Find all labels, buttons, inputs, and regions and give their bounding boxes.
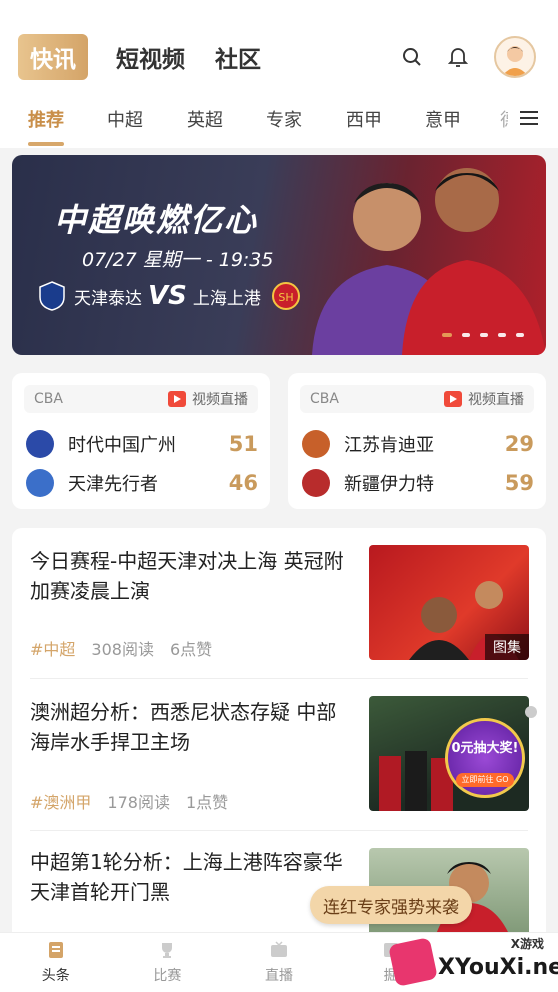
news-thumbnail: 图集	[369, 545, 529, 660]
ad-cta[interactable]: 立即前往 GO	[456, 773, 514, 787]
header-actions	[378, 36, 536, 78]
banner-away-team: 上海上港	[192, 288, 261, 309]
banner-title: 中超唤燃亿心	[54, 201, 259, 239]
team-score: 59	[504, 471, 534, 495]
gallery-badge: 图集	[485, 634, 529, 660]
tab-bundesliga[interactable]: 德	[500, 106, 508, 132]
watermark-logo-icon	[388, 937, 438, 987]
news-tag[interactable]: #澳洲甲	[30, 789, 91, 813]
tab-recommend[interactable]: 推荐	[28, 106, 64, 146]
banner-home-team: 天津泰达	[74, 288, 142, 309]
league-label: CBA	[310, 391, 339, 407]
team-logo-icon	[26, 430, 54, 458]
tianjin-crest-icon	[39, 281, 65, 311]
team-row: 时代中国广州 51	[26, 429, 258, 459]
score-card-1[interactable]: CBA 视频直播 时代中国广州 51 天津先行者 46	[12, 373, 270, 509]
expert-promo-tag[interactable]: 连红专家强势来袭	[310, 886, 472, 924]
team-score: 46	[228, 471, 258, 495]
svg-text:SH: SH	[278, 291, 293, 304]
ad-text: 0元抽大奖!	[451, 741, 519, 756]
pagination-dot[interactable]	[498, 333, 506, 337]
ad-lottery-badge[interactable]: 0元抽大奖! 立即前往 GO	[445, 718, 525, 798]
news-title: 今日赛程-中超天津对决上海 英冠附加赛凌晨上演	[30, 549, 344, 603]
league-label: CBA	[34, 391, 63, 407]
news-thumbnail: 0元抽大奖! 立即前往 GO	[369, 696, 529, 811]
banner-match: 天津泰达 VS 上海上港 SH	[38, 281, 301, 311]
score-card-2[interactable]: CBA 视频直播 江苏肯迪亚 29 新疆伊力特 59	[288, 373, 546, 509]
video-live-link[interactable]: 视频直播	[444, 389, 524, 409]
close-ad-icon[interactable]	[525, 706, 537, 718]
team-score: 51	[228, 432, 258, 456]
tab-csl[interactable]: 中超	[107, 106, 143, 132]
team-logo-icon	[302, 430, 330, 458]
watermark-main: XYouXi.net	[438, 955, 558, 980]
team-row: 江苏肯迪亚 29	[302, 429, 534, 459]
shanghai-crest-icon: SH	[271, 282, 300, 310]
nav-label: 头条	[41, 968, 70, 984]
nav-matches[interactable]: 比赛	[112, 933, 224, 992]
team-row: 新疆伊力特 59	[302, 468, 534, 498]
team-logo-icon	[26, 469, 54, 497]
team-logo-icon	[302, 469, 330, 497]
search-icon[interactable]	[400, 45, 424, 69]
headlines-icon	[48, 942, 63, 958]
team-name: 新疆伊力特	[344, 474, 434, 495]
tab-seriea[interactable]: 意甲	[425, 106, 461, 132]
score-card-header: CBA 视频直播	[24, 385, 258, 413]
watermark: X游戏 XYouXi.net	[388, 935, 558, 990]
live-label: 视频直播	[468, 392, 524, 408]
news-title: 澳洲超分析：西悉尼状态存疑 中部海岸水手捍卫主场	[30, 700, 337, 754]
news-item[interactable]: 今日赛程-中超天津对决上海 英冠附加赛凌晨上演 #中超 308阅读 6点赞 图集	[12, 528, 546, 678]
banner-date: 07/27 星期一 - 19:35	[82, 249, 274, 271]
tab-epl[interactable]: 英超	[187, 106, 223, 132]
team-row: 天津先行者 46	[26, 468, 258, 498]
promo-banner[interactable]: 中超唤燃亿心 07/27 星期一 - 19:35 天津泰达 VS 上海上港 SH	[12, 155, 546, 355]
banner-vs: VS	[148, 281, 187, 311]
team-name: 天津先行者	[68, 474, 158, 495]
pagination-dot[interactable]	[462, 333, 470, 337]
live-label: 视频直播	[192, 392, 248, 408]
news-likes: 6点赞	[169, 640, 213, 659]
category-tab-bar: 推荐 中超 英超 专家 西甲 意甲 德	[0, 95, 558, 146]
player-illustration	[312, 168, 546, 355]
tab-short-video[interactable]: 短视频	[116, 40, 185, 74]
news-reads: 178阅读	[107, 793, 170, 812]
avatar[interactable]	[494, 36, 536, 78]
news-tag[interactable]: #中超	[30, 636, 75, 660]
news-likes: 1点赞	[185, 793, 229, 812]
header: 快讯 短视频 社区 推荐 中超 英超 专家 西甲 意甲 德	[0, 0, 558, 148]
tab-kuaixun[interactable]: 快讯	[18, 34, 88, 80]
trophy-icon	[162, 943, 173, 958]
banner-pagination	[432, 333, 524, 337]
news-meta: #澳洲甲 178阅读 1点赞	[30, 789, 244, 813]
nav-headlines[interactable]: 头条	[0, 933, 112, 992]
news-reads: 308阅读	[91, 640, 154, 659]
menu-icon[interactable]	[520, 110, 538, 126]
score-card-header: CBA 视频直播	[300, 385, 534, 413]
news-feed: 今日赛程-中超天津对决上海 英冠附加赛凌晨上演 #中超 308阅读 6点赞 图集…	[12, 528, 546, 932]
pagination-dot[interactable]	[442, 333, 452, 337]
watermark-small: X游戏	[510, 937, 544, 951]
nav-label: 比赛	[153, 968, 182, 984]
pagination-dot[interactable]	[480, 333, 488, 337]
pagination-dot[interactable]	[516, 333, 524, 337]
bell-icon[interactable]	[446, 45, 470, 69]
news-title: 中超第1轮分析：上海上港阵容豪华 天津首轮开门黑	[30, 850, 343, 904]
play-icon	[168, 391, 186, 407]
top-tab-bar: 快讯 短视频 社区	[18, 34, 291, 80]
news-meta: #中超 308阅读 6点赞	[30, 636, 228, 660]
nav-live[interactable]: 直播	[223, 933, 335, 992]
news-item[interactable]: 澳洲超分析：西悉尼状态存疑 中部海岸水手捍卫主场 #澳洲甲 178阅读 1点赞 …	[12, 679, 546, 829]
team-name: 江苏肯迪亚	[344, 435, 434, 456]
tab-laliga[interactable]: 西甲	[346, 106, 382, 132]
video-live-link[interactable]: 视频直播	[168, 389, 248, 409]
play-icon	[444, 391, 462, 407]
team-score: 29	[504, 432, 534, 456]
tv-icon	[270, 941, 287, 957]
nav-label: 直播	[264, 968, 293, 984]
team-name: 时代中国广州	[68, 435, 176, 456]
tab-community[interactable]: 社区	[215, 40, 261, 74]
tab-experts[interactable]: 专家	[266, 106, 302, 132]
